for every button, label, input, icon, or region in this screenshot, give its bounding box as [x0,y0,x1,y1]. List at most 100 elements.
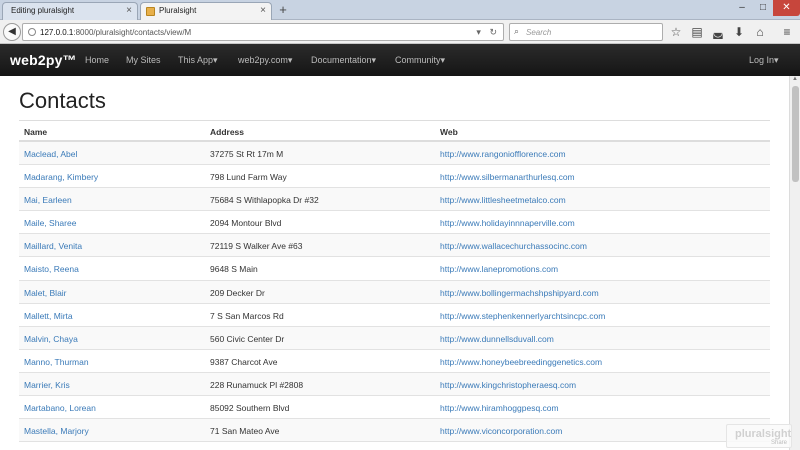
table-row: Malvin, Chaya 560 Civic Center Dr http://w… [19,326,770,350]
contact-web-link[interactable]: http://www.wallacechurchassocinc.com [440,241,587,251]
tab-title: Editing pluralsight [11,6,75,15]
site-info-icon[interactable] [28,28,36,36]
watermark-logo: pluralsight [735,428,792,440]
table-row: Maclead, Abel 37275 St Rt 17m M http://www… [19,142,770,166]
contact-web-link[interactable]: http://www.viconcorporation.com [440,426,562,436]
browser-tab-editing[interactable]: Editing pluralsight × [2,2,138,20]
contact-address: 2094 Montour Blvd [210,218,282,229]
app-navbar: web2py™ Home My Sites This App▾ web2py.c… [0,44,800,76]
contact-name-link[interactable]: Malvin, Chaya [24,334,78,344]
contact-name-link[interactable]: Malet, Blair [24,288,67,298]
url-host: 127.0.0.1 [40,28,74,37]
caret-down-icon: ▾ [371,55,377,65]
table-row: Martabano, Lorean 85092 Southern Blvd http… [19,396,770,420]
contact-web-link[interactable]: http://www.holidayinnnaperville.com [440,218,575,228]
nav-login[interactable]: Log In▾ [749,55,779,66]
favicon-icon [146,7,155,16]
contact-address: 75684 S Withlapopka Dr #32 [210,195,319,206]
url-path: :8000/pluralsight/contacts/view/M [73,28,192,37]
contact-web-link[interactable]: http://www.dunnellsduvall.com [440,334,554,344]
contact-web-link[interactable]: http://www.littlesheetmetalco.com [440,195,566,205]
contact-address: 72119 S Walker Ave #63 [210,241,303,252]
table-body: Maclead, Abel 37275 St Rt 17m M http://www… [19,142,770,443]
page-scrollbar[interactable]: ▲ [789,76,800,450]
reload-icon[interactable]: ↻ [489,27,497,37]
scroll-thumb[interactable] [792,86,799,182]
nav-my-sites[interactable]: My Sites [126,55,161,65]
contact-name-link[interactable]: Marrier, Kris [24,380,70,390]
nav-this-app[interactable]: This App▾ [178,55,218,66]
dropdown-icon[interactable]: ▾ [476,27,481,37]
table-row: Malet, Blair 209 Decker Dr http://www.boll… [19,280,770,304]
contact-name-link[interactable]: Mai, Earleen [24,195,72,205]
contact-address: 37275 St Rt 17m M [210,149,284,159]
search-placeholder: Search [526,28,552,37]
contact-web-link[interactable]: http://www.honeybeebreedinggenetics.com [440,357,602,367]
contact-name-link[interactable]: Manno, Thurman [24,357,89,367]
close-window-icon[interactable]: ✕ [773,0,800,16]
nav-label: Log In [749,55,775,65]
reading-list-icon[interactable]: ▤ [689,24,705,40]
pluralsight-watermark: pluralsight Share [726,424,792,448]
contact-address: 798 Lund Farm Way [210,172,287,183]
contact-name-link[interactable]: Maisto, Reena [24,264,79,274]
nav-label: This App [178,55,214,65]
table-row: Madarang, Kimbery 798 Lund Farm Way http:/… [19,165,770,189]
url-actions: ▾ ↻ [476,27,497,38]
new-tab-button[interactable]: + [276,2,290,18]
contact-name-link[interactable]: Maclead, Abel [24,149,77,159]
contact-name-link[interactable]: Mastella, Marjory [24,426,89,436]
caret-down-icon: ▾ [774,55,779,65]
star-icon[interactable]: ☆ [668,24,684,40]
nav-documentation[interactable]: Documentation▾ [311,55,376,66]
contact-name-link[interactable]: Martabano, Lorean [24,403,96,413]
nav-label: web2py.com [238,55,288,65]
table-row: Mai, Earleen 75684 S Withlapopka Dr #32 ht… [19,188,770,212]
browser-tab-pluralsight[interactable]: Pluralsight × [140,2,272,20]
contact-name-link[interactable]: Maile, Sharee [24,218,76,228]
column-header-web: Web [440,127,458,137]
contact-address: 228 Runamuck Pl #2808 [210,379,304,390]
menu-icon[interactable]: ≡ [779,24,795,40]
search-input[interactable]: ⌕ Search [509,23,663,41]
nav-web2py-com[interactable]: web2py.com▾ [238,55,292,66]
home-icon[interactable]: ⌂ [752,24,768,40]
table-row: Mastella, Marjory 71 San Mateo Ave http://… [19,419,770,443]
page-title: Contacts [19,88,106,113]
contact-address: 7 S San Marcos Rd [210,310,284,321]
back-icon[interactable]: ◀ [3,23,21,41]
close-tab-icon[interactable]: × [260,5,266,16]
contact-web-link[interactable]: http://www.bollingermachshpshipyard.com [440,288,599,298]
contact-address: 9387 Charcot Ave [210,356,278,367]
contact-name-link[interactable]: Mallett, Mirta [24,311,73,321]
column-header-address: Address [210,127,245,137]
contact-web-link[interactable]: http://www.hiramhoggpesq.com [440,403,559,413]
column-header-name: Name [24,127,48,137]
pocket-icon[interactable]: ◛ [710,24,726,40]
nav-community[interactable]: Community▾ [395,55,445,66]
contact-web-link[interactable]: http://www.kingchristopheraesq.com [440,380,576,390]
table-row: Maisto, Reena 9648 S Main http://www.lanep… [19,257,770,281]
nav-label: Community [395,55,441,65]
contact-web-link[interactable]: http://www.lanepromotions.com [440,264,558,274]
browser-toolbar: ◀ 127.0.0.1:8000/pluralsight/contacts/vi… [0,20,800,44]
contact-address: 85092 Southern Blvd [210,403,290,414]
contact-web-link[interactable]: http://www.rangoniofflorence.com [440,149,566,159]
url-bar[interactable]: 127.0.0.1:8000/pluralsight/contacts/view… [22,23,504,41]
contact-name-link[interactable]: Madarang, Kimbery [24,172,98,182]
maximize-icon[interactable]: □ [753,0,773,16]
contact-web-link[interactable]: http://www.silbermanarthurlesq.com [440,172,575,182]
contact-name-link[interactable]: Maillard, Venita [24,241,82,251]
minimize-icon[interactable]: – [731,0,753,16]
caret-down-icon: ▾ [213,55,218,65]
contact-web-link[interactable]: http://www.stephenkennerlyarchtsincpc.co… [440,311,605,321]
nav-label: Documentation [311,55,372,65]
table-row: Maillard, Venita 72119 S Walker Ave #63 ht… [19,234,770,258]
scroll-up-icon[interactable]: ▲ [790,76,800,85]
download-icon[interactable]: ⬇ [731,24,747,40]
table-header: Name Address Web [19,120,770,142]
caret-down-icon: ▾ [440,55,446,65]
close-tab-icon[interactable]: × [126,5,132,16]
nav-home[interactable]: Home [85,55,109,65]
brand-logo[interactable]: web2py™ [10,52,77,68]
